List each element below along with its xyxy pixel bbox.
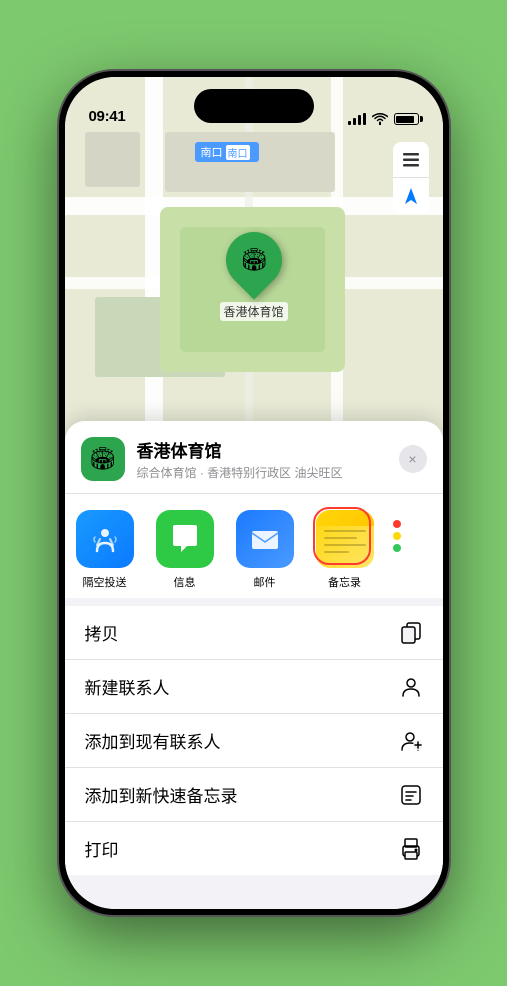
venue-header: 🏟 香港体育馆 综合体育馆 · 香港特别行政区 油尖旺区 × xyxy=(65,421,443,494)
action-add-quick-note[interactable]: 添加到新快速备忘录 xyxy=(65,768,443,822)
airdrop-icon xyxy=(76,510,134,568)
map-south-entrance-label: 南口 xyxy=(195,142,259,162)
status-time: 09:41 xyxy=(89,108,126,125)
map-location-button[interactable] xyxy=(393,178,429,214)
mail-icon xyxy=(236,510,294,568)
location-marker: 🏟 香港体育馆 xyxy=(220,232,288,321)
signal-icon xyxy=(348,113,366,125)
phone-screen: 09:41 xyxy=(65,77,443,909)
venue-name: 香港体育馆 xyxy=(137,437,387,462)
share-mail[interactable]: 邮件 xyxy=(225,510,305,590)
note-icon xyxy=(399,783,423,807)
venue-icon: 🏟 xyxy=(81,437,125,481)
dynamic-island xyxy=(194,89,314,123)
airdrop-label: 隔空投送 xyxy=(83,574,127,590)
dot-yellow xyxy=(393,532,401,540)
notes-label: 备忘录 xyxy=(328,574,361,590)
share-more[interactable] xyxy=(385,510,435,552)
action-new-contact[interactable]: 新建联系人 xyxy=(65,660,443,714)
action-print[interactable]: 打印 xyxy=(65,822,443,875)
person-icon xyxy=(399,675,423,699)
dot-red xyxy=(393,520,401,528)
phone-frame: 09:41 xyxy=(59,71,449,915)
notes-icon xyxy=(316,510,374,568)
copy-icon xyxy=(399,621,423,645)
map-layers-button[interactable] xyxy=(393,142,429,178)
action-print-label: 打印 xyxy=(85,836,119,861)
close-button[interactable]: × xyxy=(399,445,427,473)
action-copy-label: 拷贝 xyxy=(85,620,119,645)
share-airdrop[interactable]: 隔空投送 xyxy=(65,510,145,590)
action-add-existing-label: 添加到现有联系人 xyxy=(85,728,221,753)
messages-icon xyxy=(156,510,214,568)
add-person-icon xyxy=(399,729,423,753)
wifi-icon xyxy=(372,113,388,125)
action-list: 拷贝 新建联系人 xyxy=(65,606,443,875)
print-icon xyxy=(399,837,423,861)
bottom-sheet: 🏟 香港体育馆 综合体育馆 · 香港特别行政区 油尖旺区 × xyxy=(65,421,443,909)
mail-label: 邮件 xyxy=(254,574,276,590)
status-icons xyxy=(348,113,419,125)
messages-label: 信息 xyxy=(174,574,196,590)
more-dots xyxy=(393,510,401,552)
share-notes[interactable]: 备忘录 xyxy=(305,510,385,590)
share-row: 隔空投送 信息 xyxy=(65,494,443,606)
dot-green xyxy=(393,544,401,552)
map-controls xyxy=(393,142,429,214)
action-new-contact-label: 新建联系人 xyxy=(85,674,170,699)
marker-label: 香港体育馆 xyxy=(220,302,288,321)
battery-icon xyxy=(394,113,419,125)
venue-info: 香港体育馆 综合体育馆 · 香港特别行政区 油尖旺区 xyxy=(137,437,387,481)
venue-subtitle: 综合体育馆 · 香港特别行政区 油尖旺区 xyxy=(137,464,387,481)
action-copy[interactable]: 拷贝 xyxy=(65,606,443,660)
action-add-existing-contact[interactable]: 添加到现有联系人 xyxy=(65,714,443,768)
share-messages[interactable]: 信息 xyxy=(145,510,225,590)
action-add-quick-note-label: 添加到新快速备忘录 xyxy=(85,782,238,807)
